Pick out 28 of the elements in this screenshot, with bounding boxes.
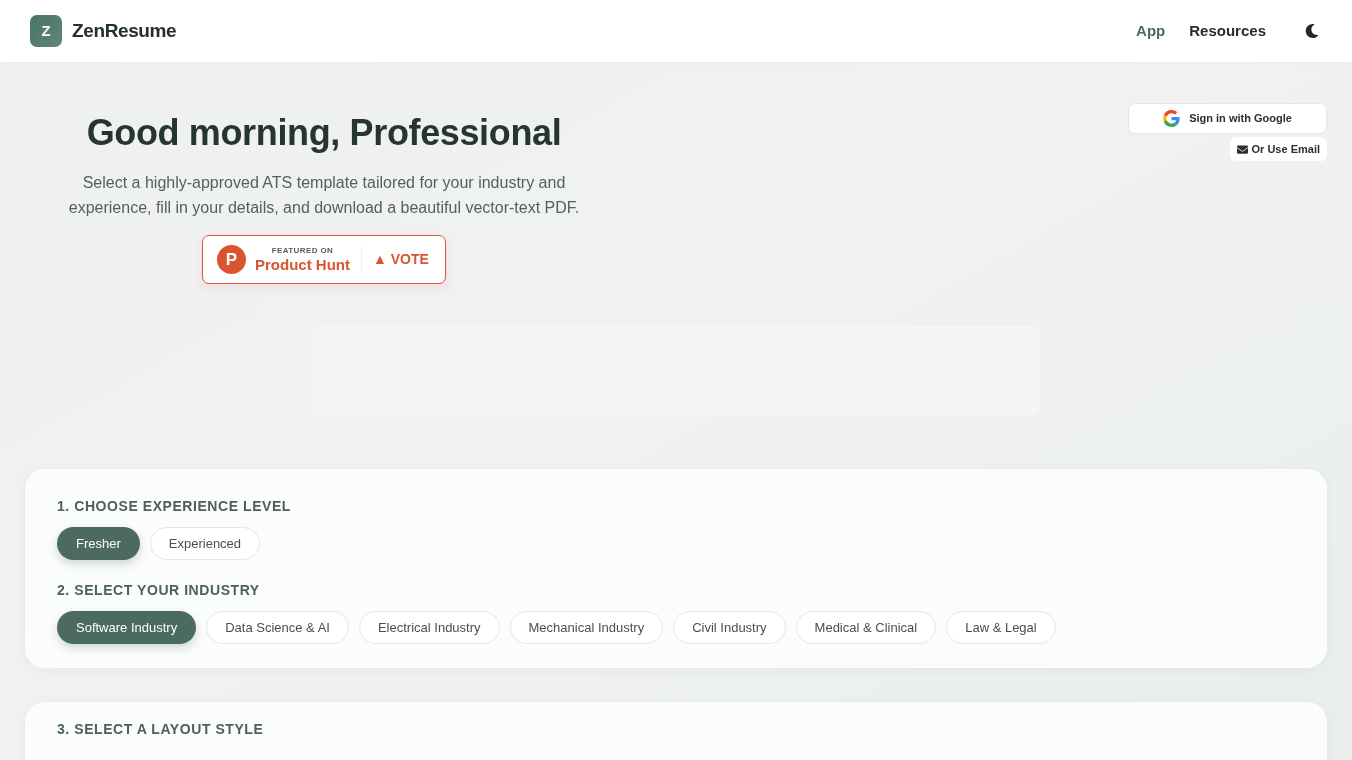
nav-link[interactable]: App — [1136, 19, 1166, 43]
nav-link[interactable]: Resources — [1189, 19, 1266, 43]
product-hunt-name: Product Hunt — [255, 255, 350, 274]
option-pill[interactable]: Software Industry — [57, 611, 197, 644]
option-pill[interactable]: Electrical Industry — [358, 611, 500, 644]
brand-name[interactable]: ZenResume — [72, 16, 177, 46]
email-sign-in-button[interactable]: Or Use Email — [1229, 137, 1327, 161]
option-pill[interactable]: Experienced — [149, 527, 261, 560]
option-pill[interactable]: Civil Industry — [673, 611, 786, 644]
option-pill[interactable]: Fresher — [57, 527, 140, 560]
moon-icon — [1305, 24, 1319, 38]
product-hunt-logo: P — [217, 245, 246, 274]
featured-label: FEATURED ON — [271, 245, 334, 256]
section-heading: 1. CHOOSE EXPERIENCE LEVEL — [57, 497, 291, 515]
option-pill[interactable]: Mechanical Industry — [509, 611, 664, 644]
section-heading: 3. SELECT A LAYOUT STYLE — [57, 720, 264, 738]
logo-mark[interactable]: Z — [30, 15, 62, 47]
option-pill[interactable]: Law & Legal — [946, 611, 1056, 644]
option-pill[interactable]: Medical & Clinical — [795, 611, 937, 644]
greeting-title: Good morning, Professional — [86, 111, 562, 155]
vote-label: ▲ VOTE — [373, 250, 429, 269]
envelope-icon — [1236, 143, 1248, 155]
section-heading: 2. SELECT YOUR INDUSTRY — [57, 581, 260, 599]
google-sign-in-button[interactable]: Sign in with Google — [1128, 103, 1327, 134]
option-pill[interactable]: Data Science & AI — [206, 611, 349, 644]
intro-text: Select a highly-approved ATS template tailored for your industry and experience, fill in your details, and download a beautiful vector-text PDF. — [67, 173, 581, 218]
product-hunt-badge[interactable]: P FEATURED ON Product Hunt ▲ VOTE — [202, 235, 446, 284]
google-logo-icon — [1163, 110, 1181, 127]
